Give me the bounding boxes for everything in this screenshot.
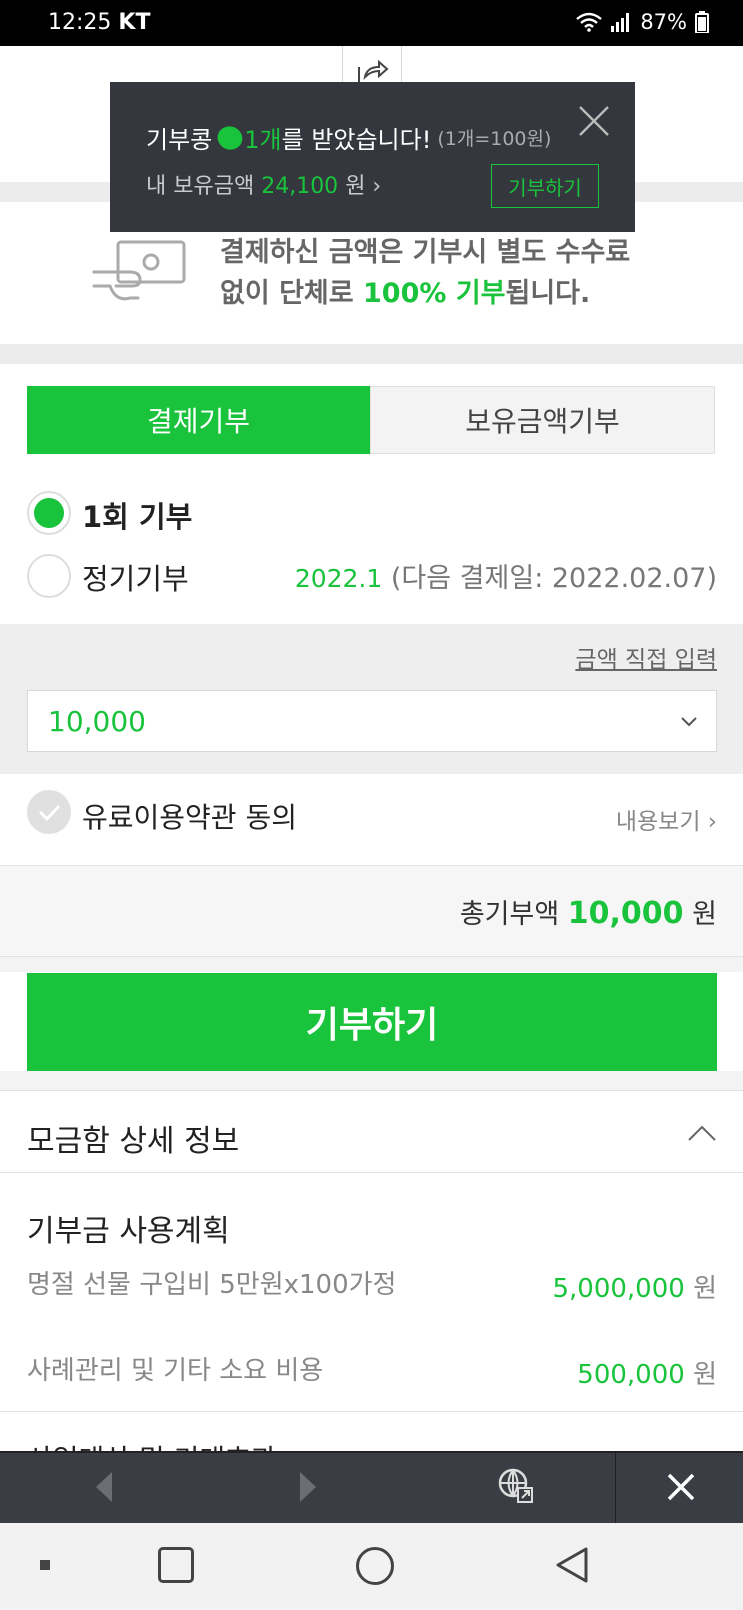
- bean-icon: [214, 121, 247, 154]
- recent-dot-icon[interactable]: [40, 1560, 50, 1570]
- divider: [0, 1411, 743, 1412]
- amount-select[interactable]: 10,000: [27, 690, 717, 752]
- section-divider: [0, 1071, 743, 1091]
- radio-once[interactable]: [27, 491, 71, 535]
- bean-received-toast: 기부콩 1개 를 받았습니다! (1개=100원) 내 보유금액 24,100 원 ›…: [110, 82, 635, 232]
- money-hand-icon: [92, 240, 186, 301]
- toolbar-separator: [615, 1453, 616, 1523]
- amount-value: 10,000: [48, 704, 146, 738]
- toast-message: 기부콩 1개 를 받았습니다! (1개=100원): [146, 120, 551, 155]
- toast-balance[interactable]: 내 보유금액 24,100 원 ›: [146, 168, 381, 200]
- status-time: 12:25 KT: [48, 10, 151, 35]
- details-title[interactable]: 모금함 상세 정보: [27, 1116, 239, 1160]
- recents-icon[interactable]: [158, 1547, 194, 1583]
- battery-percent: 87%: [640, 10, 687, 34]
- fee-notice-line2: 없이 단체로 100% 기부됩니다.: [220, 278, 591, 309]
- back-icon[interactable]: [554, 1545, 590, 1585]
- radio-once-label[interactable]: 1회 기부: [82, 494, 192, 536]
- plan-item-name: 사례관리 및 기타 소요 비용: [27, 1356, 324, 1386]
- signal-icon: [611, 13, 630, 32]
- status-right: 87%: [576, 10, 709, 34]
- check-icon: [38, 804, 61, 822]
- total-amount: 총기부액 10,000 원: [459, 896, 717, 931]
- fee-notice-line1: 결제하신 금액은 기부시 별도 수수료: [220, 237, 631, 268]
- divider: [0, 1172, 743, 1173]
- plan-item-amount: 500,000 원: [577, 1360, 717, 1390]
- donate-button[interactable]: 기부하기: [27, 973, 717, 1071]
- terms-view-link[interactable]: 내용보기 ›: [616, 802, 717, 836]
- terms-label[interactable]: 유료이용약관 동의: [82, 796, 297, 836]
- home-icon[interactable]: [356, 1547, 394, 1585]
- toast-donate-button[interactable]: 기부하기: [491, 164, 599, 208]
- radio-regular[interactable]: [27, 554, 71, 598]
- next-payment-date: 2022.1 (다음 결제일: 2022.02.07): [294, 563, 717, 594]
- battery-icon: [695, 11, 709, 33]
- back-arrow-icon[interactable]: [92, 1470, 116, 1504]
- fee-notice: 결제하신 금액은 기부시 별도 수수료 없이 단체로 100% 기부됩니다.: [220, 232, 630, 314]
- forward-arrow-icon[interactable]: [296, 1470, 320, 1504]
- close-icon[interactable]: [577, 104, 611, 138]
- plan-item-name: 명절 선물 구입비 5만원x100가정: [27, 1270, 397, 1300]
- status-bar: 12:25 KT 87%: [0, 0, 743, 46]
- tab-balance-donation[interactable]: 보유금액기부: [370, 386, 715, 454]
- tab-payment-donation[interactable]: 결제기부: [27, 386, 370, 454]
- direct-amount-link[interactable]: 금액 직접 입력: [575, 640, 717, 674]
- globe-external-icon[interactable]: [496, 1466, 536, 1506]
- radio-selected-dot: [34, 498, 64, 528]
- plan-title: 기부금 사용계획: [27, 1214, 230, 1249]
- next-heading-partial: 사업대상 및 기대효과: [27, 1438, 277, 1452]
- wifi-icon: [576, 12, 603, 32]
- terms-checkbox[interactable]: [27, 790, 71, 834]
- close-icon[interactable]: [664, 1470, 698, 1504]
- section-divider: [0, 956, 743, 972]
- section-divider: [0, 344, 743, 364]
- radio-regular-label[interactable]: 정기기부: [82, 556, 189, 598]
- chevron-down-icon: [681, 717, 697, 727]
- chevron-up-icon[interactable]: [687, 1122, 717, 1144]
- plan-item-amount: 5,000,000 원: [552, 1274, 717, 1304]
